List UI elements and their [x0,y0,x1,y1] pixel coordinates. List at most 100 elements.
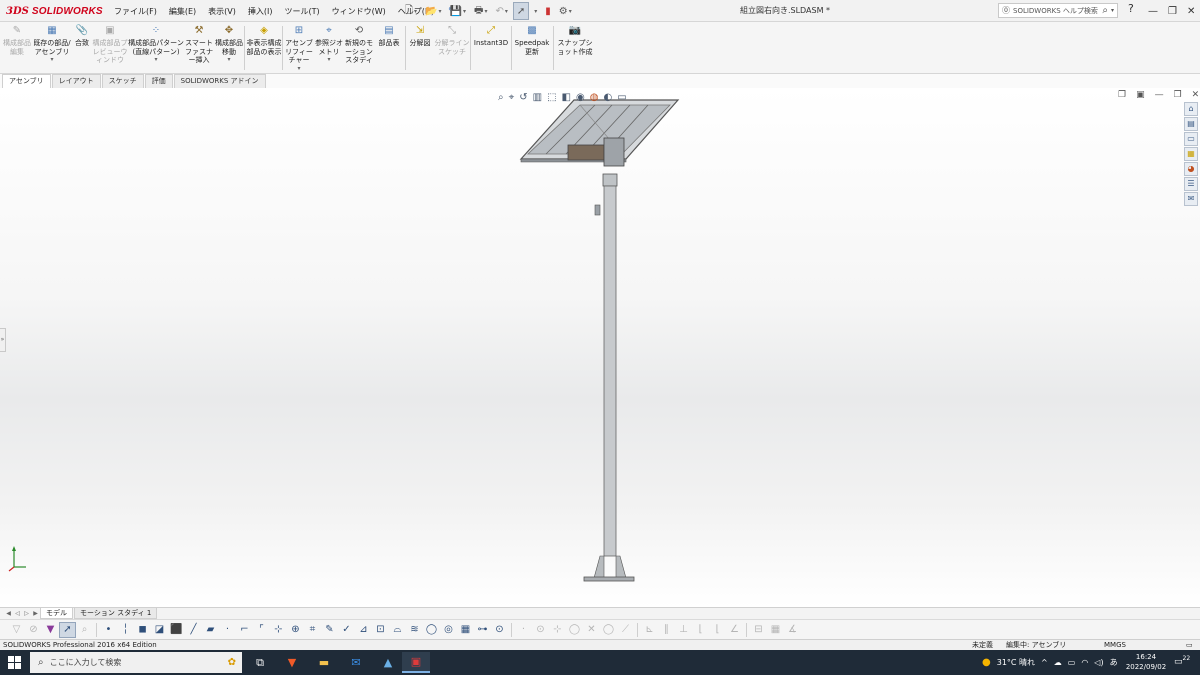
file-explorer-icon[interactable]: ▭ [1184,132,1198,146]
insert-components-button[interactable]: ▦ 既存の部品/アセンブリ ▾ [32,25,72,73]
hide-show-icon[interactable]: ◉ [576,92,585,103]
tab-model[interactable]: モデル [40,608,73,619]
weather-sun-icon[interactable]: ● [982,657,991,668]
open-document-button[interactable]: 📂 ▾ [422,2,444,20]
undo-button[interactable]: ↶ ▾ [492,2,510,20]
snap-grid-icon[interactable]: ⊟ [750,622,767,638]
zoom-area-icon[interactable]: ⌖ [509,92,515,103]
brave-browser-icon[interactable]: ▼ [278,652,306,673]
smart-fasteners-button[interactable]: ⚒ スマートファスナー挿入 [184,25,214,73]
snap-intersection-icon[interactable]: ✕ [583,622,600,638]
display-style-icon[interactable]: ◧ [562,92,571,103]
snap-center-icon[interactable]: ◯ [566,622,583,638]
filter-cosmetic-thread-icon[interactable]: ≋ [406,622,423,638]
menu-insert[interactable]: 挿入(I) [242,6,279,17]
notification-center-icon[interactable]: ▭22 [1174,655,1190,667]
taskbar-search-input[interactable]: ⌕ ここに入力して検索 ✿ [30,652,242,673]
tab-assembly[interactable]: アセンブリ [2,74,51,88]
viewport-maximize-icon[interactable]: ❐ [1174,90,1182,100]
snap-parallel-icon[interactable]: ∥ [658,622,675,638]
viewport-minimize-icon[interactable]: — [1155,90,1164,100]
snap-length-icon[interactable]: ⌊ [709,622,726,638]
chevron-up-icon[interactable]: ^ [1041,658,1048,667]
appearance-icon[interactable]: ◍ [590,92,599,103]
filter-surface-finish-icon[interactable]: ✓ [338,622,355,638]
solar-panel-pole-model[interactable] [0,88,1200,607]
options-button[interactable]: ⚙ ▾ [556,2,575,20]
chevron-down-icon[interactable]: ▾ [297,65,300,74]
snap-nearest-icon[interactable]: ◯ [600,622,617,638]
filter-gtol-icon[interactable]: ⌓ [389,622,406,638]
snap-circle-icon[interactable]: ⊙ [532,622,549,638]
show-hidden-components-button[interactable]: ◈ 非表示構成部品の表示 [246,25,282,73]
filter-center-icon[interactable]: ⊕ [287,622,304,638]
help-button[interactable]: ? [1128,2,1134,15]
restore-icon[interactable]: ❐ [1168,6,1177,17]
select-cursor-icon[interactable]: ➚ [59,621,76,638]
solidworks-logo[interactable]: 3DS SOLIDWORKS [6,3,103,19]
home-icon[interactable]: ⌂ [1184,102,1198,116]
menu-tools[interactable]: ツール(T) [278,6,325,17]
filter-stacked-balloon-icon[interactable]: ◎ [440,622,457,638]
speedpak-update-button[interactable]: ▩ Speedpak更新 [513,25,551,73]
filter-dimension-icon[interactable]: ⌗ [304,622,321,638]
filter-hole-icon[interactable]: ⊙ [491,622,508,638]
component-preview-button[interactable]: ▣ 構成部品プレビューウィンドウ [92,25,128,73]
take-snapshot-button[interactable]: 📷 スナップショット作成 [555,25,595,73]
snap-horizontal-icon[interactable]: ⊥ [675,622,692,638]
viewport-restore-icon[interactable]: ❐ [1118,90,1126,100]
solidworks-taskbar-icon[interactable]: ▣ [402,652,430,673]
filter-all-icon[interactable]: ▼ [42,622,59,638]
snap-dot-icon[interactable]: · [515,622,532,638]
prev-tab-icon[interactable]: ◁ [13,608,22,619]
windows-start-icon[interactable] [8,656,21,669]
graphics-area[interactable]: ⌕ ⌖ ↺ ▥ ⬚ ◧ ◉ ◍ ◐ ▭ ❐ ▣ — ❐ ✕ ⌂ ▤ ▭ ▦ ◕ … [0,88,1200,607]
design-library-icon[interactable]: ▤ [1184,117,1198,131]
edit-component-button[interactable]: ✎ 構成部品編集 [2,25,32,73]
filter-face-icon[interactable]: ◼ [134,622,151,638]
task-view-icon[interactable]: ⧉ [246,652,274,673]
view-settings-icon[interactable]: ▭ [617,92,626,103]
filter-weld-icon[interactable]: ⊿ [355,622,372,638]
snap-angle2-icon[interactable]: ∡ [784,622,801,638]
filter-axis-icon[interactable]: ╱ [185,622,202,638]
next-tab-icon[interactable]: ▷ [22,608,31,619]
filter-plane-icon[interactable]: ▰ [202,622,219,638]
filter-toggle-icon[interactable]: ▽ [8,622,25,638]
explode-line-sketch-button[interactable]: ⤡ 分解ラインスケッチ [434,25,470,73]
file-explorer-icon[interactable]: ▬ [310,652,338,673]
bill-of-materials-button[interactable]: ▤ 部品表 [374,25,404,73]
custom-properties-icon[interactable]: ☰ [1184,177,1198,191]
assembly-features-button[interactable]: ⊞ アセンブリフィーチャー ▾ [284,25,314,73]
reference-geometry-button[interactable]: ⌖ 参照ジオメトリ ▾ [314,25,344,73]
tab-evaluate[interactable]: 評価 [144,74,173,88]
view-orientation-icon[interactable]: ⬚ [547,92,556,103]
rebuild-button[interactable]: ▮ [542,2,554,20]
mate-button[interactable]: 📎 合致 [72,25,92,73]
minimize-icon[interactable]: — [1148,6,1158,17]
filter-sketch-icon[interactable]: ⌐ [236,622,253,638]
last-tab-icon[interactable]: ▶ [31,608,40,619]
close-icon[interactable]: ✕ [1187,6,1195,17]
chat-icon[interactable]: ▭ [1186,640,1193,650]
filter-centerline-icon[interactable]: ⊶ [474,622,491,638]
search-icon[interactable]: ⌕ [1102,5,1108,16]
chevron-down-icon[interactable]: ▾ [1111,7,1114,14]
viewport-close-icon[interactable]: ✕ [1192,90,1200,100]
tab-motion-study[interactable]: モーション スタディ 1 [74,608,158,619]
appearances-icon[interactable]: ◕ [1184,162,1198,176]
view-palette-icon[interactable]: ▦ [1184,147,1198,161]
help-search-input[interactable]: ⓪ SOLIDWORKS ヘルプ検索 ⌕ ▾ [998,3,1118,18]
filter-datum-icon[interactable]: ⊡ [372,622,389,638]
chevron-down-icon[interactable]: ▾ [50,56,53,65]
network-icon[interactable]: ▭ [1068,658,1076,667]
filter-table-icon[interactable]: ▦ [457,622,474,638]
filter-segment-icon[interactable]: ⌜ [253,622,270,638]
section-view-icon[interactable]: ▥ [533,92,542,103]
tab-layout[interactable]: レイアウト [51,74,101,88]
snap-point-icon[interactable]: ⊹ [549,622,566,638]
menu-view[interactable]: 表示(V) [202,6,242,17]
print-button[interactable]: 🖶 ▾ [471,2,490,20]
linear-pattern-button[interactable]: ⁘ 構成部品パターン(直線パターン) ▾ [128,25,184,73]
feature-manager-toggle[interactable]: » [0,328,6,352]
